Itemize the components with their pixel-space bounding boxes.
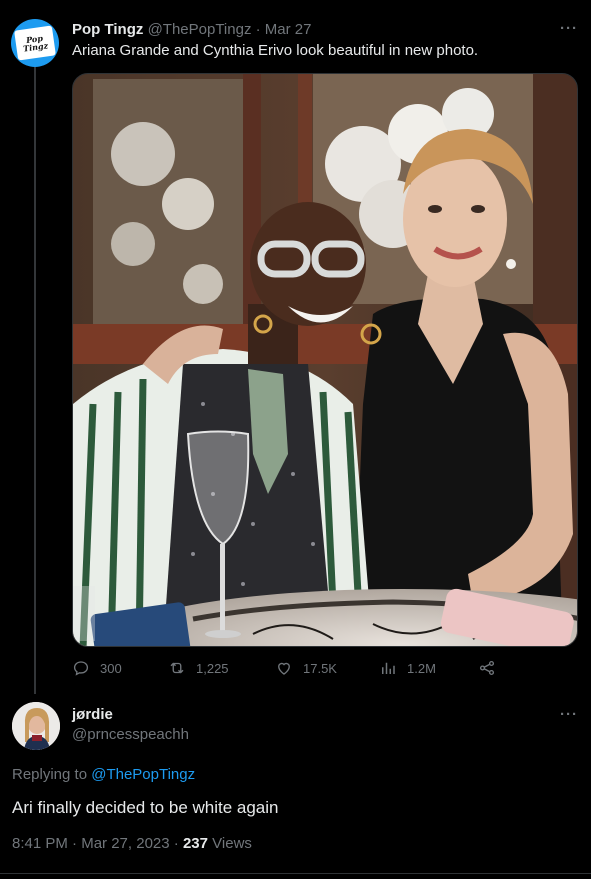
reply-icon: [73, 661, 89, 676]
quoted-handle[interactable]: @ThePopTingz: [148, 21, 252, 38]
poptingz-avatar[interactable]: Pop Tingz: [11, 19, 59, 67]
replying-prefix: Replying to: [12, 766, 88, 783]
ellipsis-icon[interactable]: ···: [560, 21, 578, 36]
reply-view-count: 237: [182, 835, 208, 852]
tweet-detail-page: Pop Tingz Pop Tingz @ThePopTingz · Mar 2…: [0, 0, 591, 879]
share-icon: [479, 660, 495, 676]
ellipsis-icon[interactable]: ···: [560, 707, 578, 722]
meta-separator: ·: [173, 835, 179, 852]
divider: [0, 873, 591, 874]
reply-handle[interactable]: @prncesspeachh: [72, 725, 189, 745]
share-action[interactable]: [478, 657, 496, 679]
reply-tweet-text: Ari finally decided to be white again: [12, 798, 279, 817]
replying-to-line: Replying to @ThePopTingz: [12, 765, 195, 785]
bar-chart-icon: [382, 662, 395, 674]
retweet-action[interactable]: 1,225: [168, 657, 229, 679]
meta-separator: ·: [72, 835, 78, 852]
views-action[interactable]: 1.2M: [379, 657, 436, 679]
quoted-display-name[interactable]: Pop Tingz: [72, 21, 143, 38]
quoted-tweet-action-bar: 300 1,225 17.5K 1.2M: [72, 657, 502, 679]
quoted-tweet-text: Ariana Grande and Cynthia Erivo look bea…: [72, 42, 479, 59]
reply-date[interactable]: Mar 27, 2023: [81, 835, 169, 852]
replying-to-link[interactable]: @ThePopTingz: [91, 766, 195, 783]
reply-count: 300: [100, 660, 122, 676]
tweet-photo-illustration: [73, 74, 577, 646]
tweet-photo[interactable]: [72, 73, 578, 647]
reply-display-name[interactable]: jørdie: [72, 705, 113, 725]
thread-connector-line: [34, 66, 36, 694]
quoted-tweet-header: Pop Tingz @ThePopTingz · Mar 27: [72, 20, 571, 40]
retweet-count: 1,225: [196, 660, 229, 676]
poptingz-logo: Pop Tingz: [14, 25, 56, 61]
quoted-date[interactable]: Mar 27: [265, 21, 312, 38]
header-separator: ·: [255, 21, 261, 38]
heart-icon: [278, 662, 290, 675]
like-action[interactable]: 17.5K: [275, 657, 337, 679]
like-count: 17.5K: [303, 660, 337, 676]
jordie-avatar[interactable]: [12, 702, 60, 750]
jordie-avatar-photo: [12, 702, 60, 750]
views-label: Views: [212, 835, 252, 852]
view-count: 1.2M: [407, 660, 436, 676]
retweet-icon: [170, 662, 184, 674]
reply-time[interactable]: 8:41 PM: [12, 835, 68, 852]
reply-action[interactable]: 300: [72, 657, 122, 679]
reply-meta: 8:41 PM · Mar 27, 2023 · 237 Views: [12, 834, 252, 854]
